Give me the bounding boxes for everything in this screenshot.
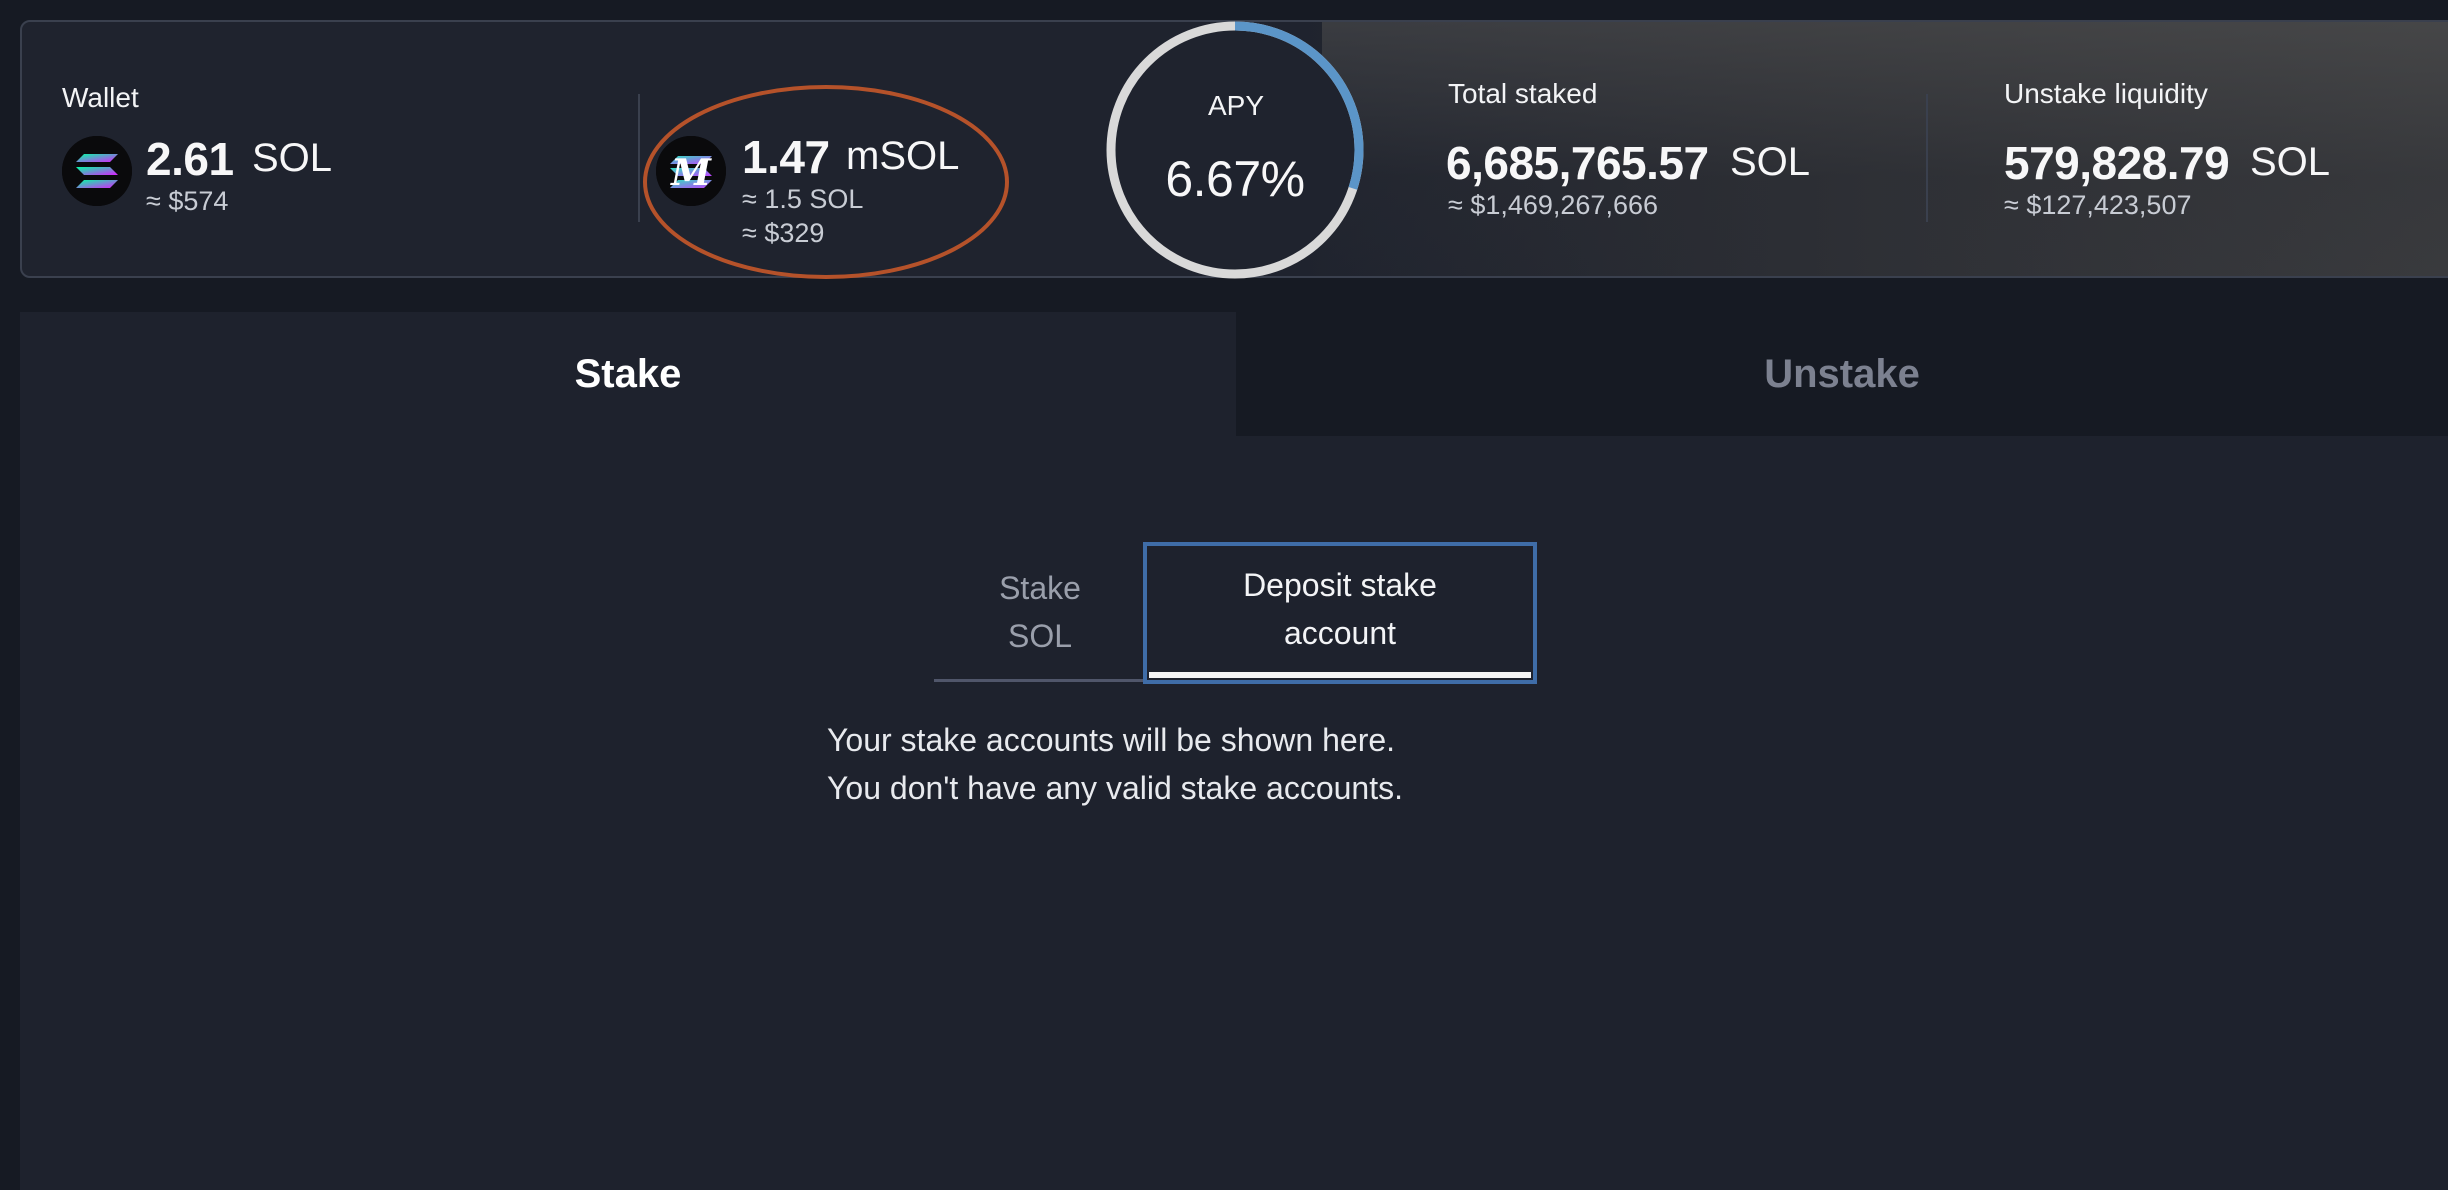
marinade-stake-page: Wallet 2.61 SOL ≈ $574 M 1.47 mSOL ≈ 1.5…: [0, 0, 2448, 1190]
empty-state-message: Your stake accounts will be shown here. …: [827, 716, 1403, 812]
msol-amount: 1.47: [742, 131, 830, 183]
wallet-unit: SOL: [252, 136, 333, 180]
subtab-deposit-stake-account-label: Deposit stake account: [1243, 567, 1437, 651]
tab-stake[interactable]: Stake: [20, 312, 1236, 436]
unstake-liquidity-amount: 579,828.79: [2004, 137, 2230, 189]
subtab-deposit-stake-account[interactable]: Deposit stake account: [1143, 542, 1537, 684]
divider: [1926, 94, 1928, 222]
unstake-liquidity-usd: ≈ $127,423,507: [2004, 190, 2192, 220]
total-staked-usd: ≈ $1,469,267,666: [1448, 190, 1659, 220]
active-tab-indicator: [1149, 672, 1531, 678]
wallet-label: Wallet: [62, 82, 139, 113]
unstake-liquidity-unit: SOL: [2250, 140, 2331, 184]
total-staked-unit: SOL: [1730, 140, 1811, 184]
apy-label: APY: [1208, 90, 1265, 121]
wallet-usd: ≈ $574: [146, 186, 229, 216]
tab-unstake-label: Unstake: [1764, 351, 1920, 396]
subtab-stake-sol-label: Stake SOL: [999, 570, 1081, 654]
unstake-liquidity-label: Unstake liquidity: [2004, 78, 2208, 109]
empty-state-line-2: You don't have any valid stake accounts.: [827, 770, 1403, 806]
solana-icon: [62, 136, 132, 206]
divider: [638, 94, 640, 222]
msol-unit: mSOL: [846, 134, 960, 178]
msol-sol-equiv: ≈ 1.5 SOL: [742, 184, 864, 214]
wallet-amount: 2.61: [146, 133, 234, 185]
msol-usd: ≈ $329: [742, 218, 825, 248]
total-staked-amount: 6,685,765.57: [1446, 137, 1709, 189]
total-staked-label: Total staked: [1448, 78, 1598, 109]
marinade-msol-icon: M: [656, 136, 726, 206]
svg-text:M: M: [669, 152, 712, 194]
tab-stake-label: Stake: [574, 351, 682, 396]
tab-unstake[interactable]: Unstake: [1236, 312, 2448, 436]
empty-state-line-1: Your stake accounts will be shown here.: [827, 722, 1396, 758]
subtab-stake-sol[interactable]: Stake SOL: [934, 545, 1146, 682]
apy-value: 6.67%: [1165, 151, 1305, 207]
